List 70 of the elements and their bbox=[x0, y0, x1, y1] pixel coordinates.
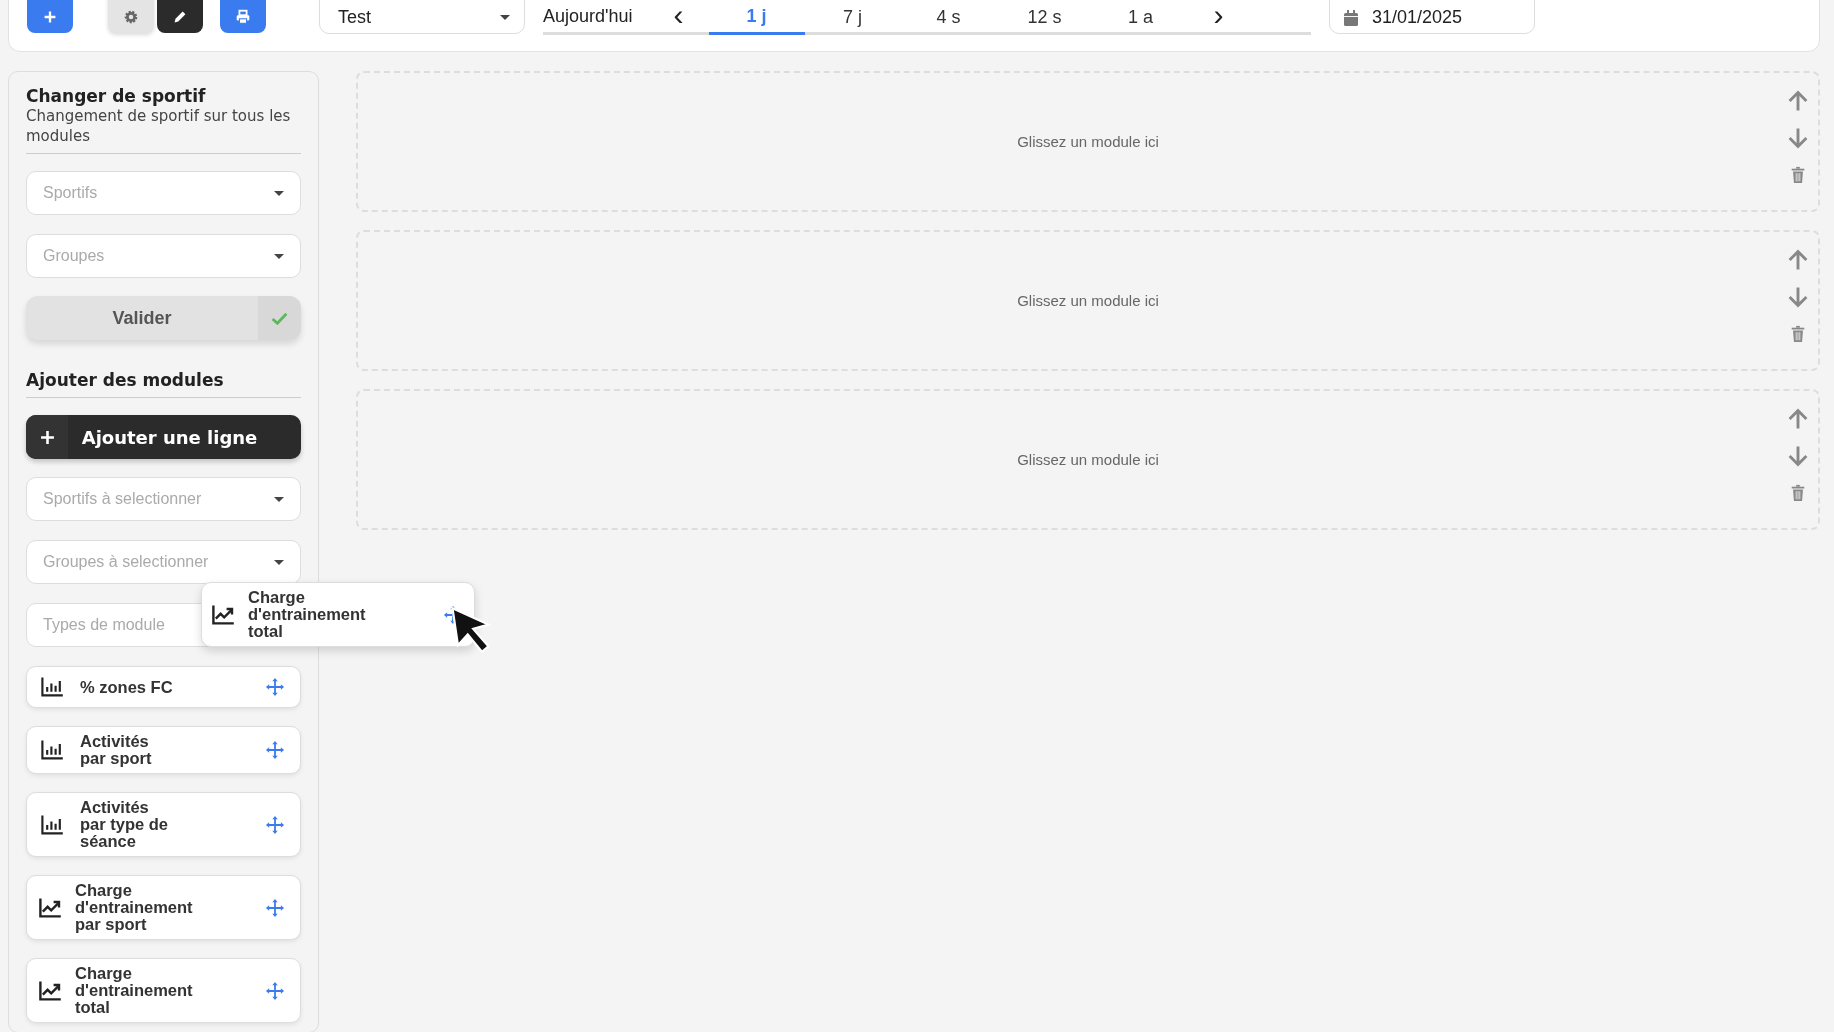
period-tab[interactable]: 12 s bbox=[996, 0, 1093, 35]
bar-chart-icon bbox=[39, 738, 65, 762]
caret-icon bbox=[274, 559, 284, 565]
today-button[interactable]: Aujourd'hui bbox=[543, 0, 649, 32]
module-card[interactable]: Activités par sport bbox=[26, 726, 301, 774]
edit-button[interactable] bbox=[157, 0, 203, 33]
dashboard-select[interactable]: Test bbox=[319, 0, 525, 34]
move-down-button[interactable] bbox=[1786, 126, 1810, 150]
add-row-button[interactable]: Ajouter une ligne bbox=[26, 415, 301, 459]
line-chart-icon bbox=[36, 895, 64, 920]
bar-chart-icon bbox=[39, 812, 65, 837]
move-down-button[interactable] bbox=[1786, 285, 1810, 309]
move-icon bbox=[266, 815, 284, 834]
move-icon bbox=[266, 981, 284, 1000]
period-tab[interactable]: 7 j bbox=[804, 0, 901, 35]
caret-icon bbox=[274, 496, 284, 502]
move-down-button[interactable] bbox=[1786, 444, 1810, 468]
module-card[interactable]: Charge d'entrainement total bbox=[26, 958, 301, 1023]
module-label: Charge d'entrainement par sport bbox=[75, 882, 194, 933]
move-up-button[interactable] bbox=[1786, 248, 1810, 272]
arrow-up-icon bbox=[1786, 407, 1810, 431]
period-tab[interactable]: 1 j bbox=[708, 0, 805, 35]
move-icon bbox=[266, 678, 284, 696]
module-label: % zones FC bbox=[80, 678, 174, 696]
date-field[interactable]: 31/01/2025 bbox=[1329, 0, 1535, 34]
section-title: Ajouter des modules bbox=[26, 370, 225, 390]
arrow-up-icon bbox=[1786, 248, 1810, 272]
printer-icon bbox=[234, 8, 252, 26]
module-label: Activités par sport bbox=[80, 733, 153, 767]
next-button[interactable]: › bbox=[1188, 0, 1249, 32]
trash-icon bbox=[1789, 484, 1807, 502]
section-subtitle: Changement de sportif sur tous les modules bbox=[26, 106, 292, 146]
caret-icon bbox=[274, 190, 284, 196]
caret-icon bbox=[500, 15, 510, 20]
validate-button[interactable]: Valider bbox=[26, 296, 301, 340]
period-tab[interactable]: 1 a bbox=[1092, 0, 1189, 35]
line-chart-icon bbox=[209, 602, 237, 627]
trash-icon bbox=[1789, 325, 1807, 343]
arrow-up-icon bbox=[1786, 89, 1810, 113]
previous-button[interactable]: ‹ bbox=[648, 0, 709, 32]
move-icon bbox=[266, 741, 284, 759]
module-label: Charge d'entrainement total bbox=[75, 965, 194, 1016]
trash-icon bbox=[1789, 166, 1807, 184]
print-button[interactable] bbox=[220, 0, 266, 33]
move-up-button[interactable] bbox=[1786, 407, 1810, 431]
move-up-button[interactable] bbox=[1786, 89, 1810, 113]
line-chart-icon bbox=[36, 978, 64, 1003]
settings-icon bbox=[122, 8, 140, 26]
module-label: Activités par type de séance bbox=[80, 799, 170, 850]
calendar-icon bbox=[1344, 9, 1358, 26]
arrow-down-icon bbox=[1786, 126, 1810, 150]
module-card[interactable]: Charge d'entrainement par sport bbox=[26, 875, 301, 940]
arrow-down-icon bbox=[1786, 285, 1810, 309]
plus-icon bbox=[39, 429, 55, 445]
dropzone-hint: Glissez un module ici bbox=[1017, 133, 1159, 150]
check-icon bbox=[271, 311, 288, 325]
arrow-down-icon bbox=[1786, 444, 1810, 468]
move-icon bbox=[266, 898, 284, 917]
add-button[interactable] bbox=[27, 0, 73, 33]
dropzone-hint: Glissez un module ici bbox=[1017, 292, 1159, 309]
mouse-pointer-icon bbox=[448, 605, 494, 655]
drag-preview-tooltip[interactable]: Charge d'entrainement total bbox=[201, 582, 475, 647]
bar-chart-icon bbox=[39, 675, 65, 699]
module-card[interactable]: % zones FC bbox=[26, 666, 301, 708]
caret-icon bbox=[274, 253, 284, 259]
settings-button[interactable] bbox=[108, 0, 154, 33]
period-tab[interactable]: 4 s bbox=[900, 0, 997, 35]
section-title: Changer de sportif bbox=[26, 86, 207, 106]
module-card[interactable]: Activités par type de séance bbox=[26, 792, 301, 857]
dropzone-hint: Glissez un module ici bbox=[1017, 451, 1159, 468]
